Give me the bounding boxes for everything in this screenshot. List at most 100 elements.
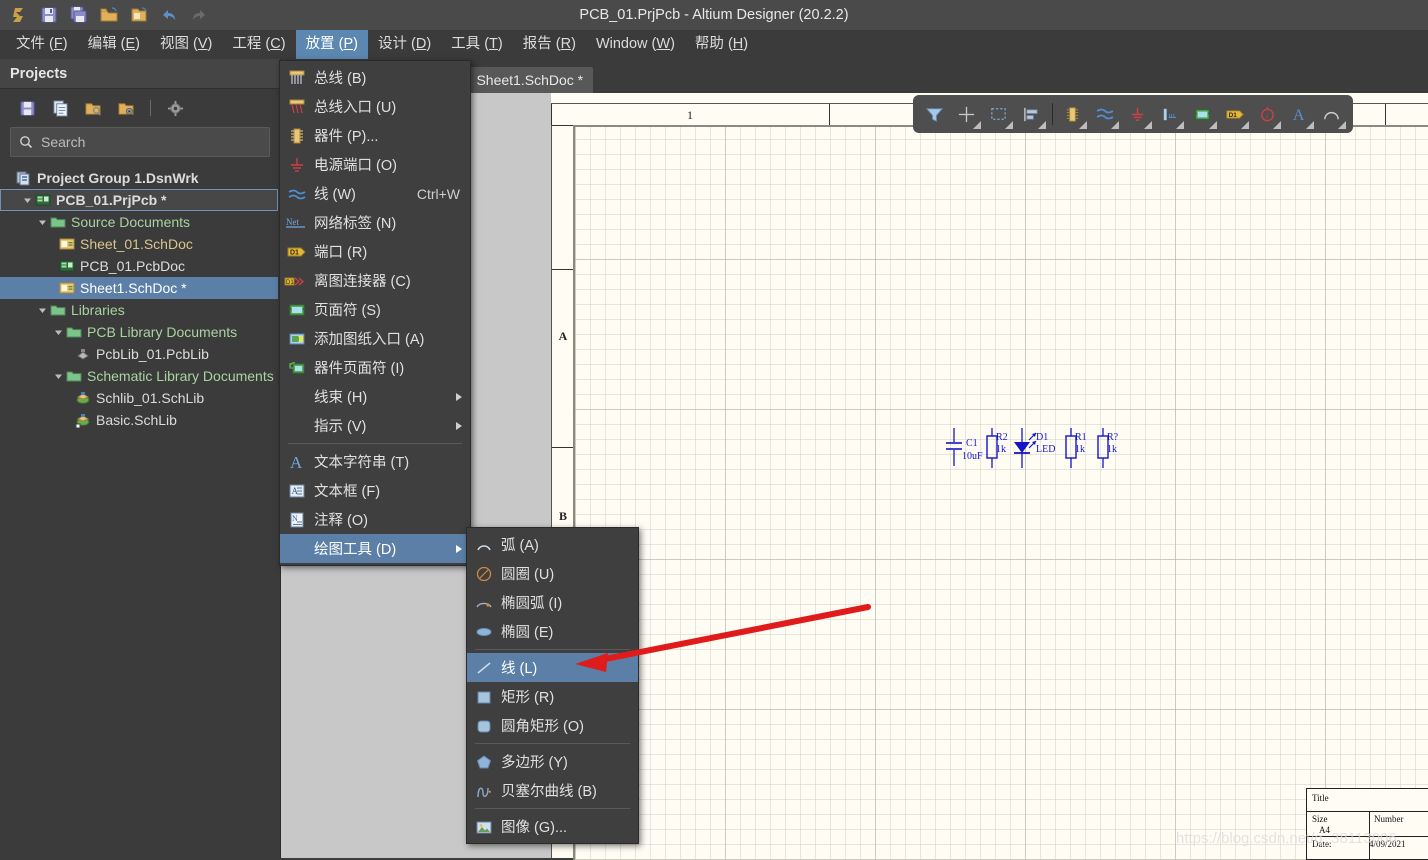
schlib-icon	[73, 409, 93, 431]
menu-item-wire[interactable]: 线 (W) Ctrl+W	[280, 179, 470, 208]
chevron-down-icon[interactable]	[1305, 121, 1314, 129]
component-icon[interactable]	[1058, 99, 1088, 129]
chevron-down-icon[interactable]	[1176, 121, 1185, 129]
menu-item-label: 电源端口 (O)	[314, 158, 397, 174]
tree-item-pcb01-pcbdoc[interactable]: PCB_01.PcbDoc	[0, 255, 280, 277]
project-options-icon[interactable]	[111, 94, 141, 122]
menu-item-sheet-entry[interactable]: 添加图纸入口 (A)	[280, 324, 470, 353]
menu-item-label: 矩形 (R)	[501, 690, 555, 706]
menu-item-net-label[interactable]: Net 网络标签 (N)	[280, 208, 470, 237]
chevron-down-icon[interactable]	[1240, 121, 1249, 129]
tree-item-workspace[interactable]: Project Group 1.DsnWrk	[0, 167, 280, 189]
expand-arrow-icon[interactable]	[36, 299, 48, 321]
crosshair-icon[interactable]	[951, 99, 981, 129]
search-box[interactable]	[10, 127, 270, 157]
tree-item-pcblib01-pcblib[interactable]: PcbLib_01.PcbLib	[0, 343, 280, 365]
chevron-down-icon[interactable]	[1273, 121, 1282, 129]
power-port-icon[interactable]	[1122, 99, 1152, 129]
tree-item-sheet01-schdoc[interactable]: Sheet_01.SchDoc	[0, 233, 280, 255]
no-erc-icon[interactable]: i	[1252, 99, 1282, 129]
menu-item-directives[interactable]: 指示 (V)	[280, 411, 470, 440]
menu-item-polygon[interactable]: 多边形 (Y)	[467, 747, 638, 776]
chevron-down-icon[interactable]	[1037, 121, 1046, 129]
menu-design[interactable]: 设计 (D)	[368, 30, 441, 59]
save-icon[interactable]	[12, 94, 42, 122]
menu-item-port[interactable]: D1 端口 (R)	[280, 237, 470, 266]
menu-item-label: 离图连接器 (C)	[314, 274, 411, 290]
menu-item-image[interactable]: 图像 (G)...	[467, 812, 638, 841]
tree-item-basic-schlib[interactable]: Basic.SchLib	[0, 409, 280, 431]
tree-item-source-documents[interactable]: Source Documents	[0, 211, 280, 233]
chevron-down-icon[interactable]	[1111, 121, 1120, 129]
schematic-sheet[interactable]: 1 2 3 A B	[551, 93, 1428, 860]
menu-item-bus[interactable]: 总线 (B)	[280, 63, 470, 92]
menu-item-arc[interactable]: 弧 (A)	[467, 530, 638, 559]
menu-item-line[interactable]: 线 (L)	[467, 653, 638, 682]
rectangle-icon	[467, 682, 501, 711]
arc-icon[interactable]	[1317, 99, 1347, 129]
chevron-down-icon[interactable]	[1005, 121, 1014, 129]
sheet-symbol-icon[interactable]	[1187, 99, 1217, 129]
menu-item-off-sheet-connector[interactable]: D1 离图连接器 (C)	[280, 266, 470, 295]
chevron-down-icon[interactable]	[1143, 121, 1152, 129]
expand-arrow-icon[interactable]	[36, 211, 48, 233]
menu-item-sheet-symbol[interactable]: 页面符 (S)	[280, 295, 470, 324]
gear-icon[interactable]	[160, 94, 190, 122]
text-string-icon[interactable]: A	[1284, 99, 1314, 129]
menu-item-device-sheet-symbol[interactable]: 器件页面符 (I)	[280, 353, 470, 382]
expand-arrow-icon[interactable]	[21, 189, 33, 211]
menu-place[interactable]: 放置 (P)	[295, 30, 368, 59]
menu-edit[interactable]: 编辑 (E)	[78, 30, 150, 59]
projects-panel: Projects Project Group 1.DsnWrk	[0, 59, 281, 858]
tree-item-label: Schematic Library Documents	[87, 368, 274, 384]
menu-item-harness[interactable]: 线束 (H)	[280, 382, 470, 411]
align-icon[interactable]	[1016, 99, 1046, 129]
open-project-icon[interactable]	[78, 94, 108, 122]
menu-file[interactable]: 文件 (F)	[6, 30, 78, 59]
svg-text:A: A	[1293, 107, 1305, 124]
menu-view[interactable]: 视图 (V)	[150, 30, 222, 59]
menu-item-rectangle[interactable]: 矩形 (R)	[467, 682, 638, 711]
menu-item-ellipse[interactable]: 椭圆 (E)	[467, 617, 638, 646]
menu-item-power-port[interactable]: 电源端口 (O)	[280, 150, 470, 179]
tree-item-libraries[interactable]: Libraries	[0, 299, 280, 321]
marquee-select-icon[interactable]	[984, 99, 1014, 129]
wire-icon[interactable]	[1090, 99, 1120, 129]
tree-item-sheet1-schdoc[interactable]: Sheet1.SchDoc *	[0, 277, 278, 299]
menu-reports[interactable]: 报告 (R)	[513, 30, 586, 59]
menu-item-circle[interactable]: 圆圈 (U)	[467, 559, 638, 588]
chevron-down-icon[interactable]	[1338, 121, 1347, 129]
tree-item-schlib01-schlib[interactable]: Schlib_01.SchLib	[0, 387, 280, 409]
chevron-down-icon[interactable]	[972, 121, 981, 129]
chevron-down-icon[interactable]	[1208, 121, 1217, 129]
tree-item-schematic-library-documents[interactable]: Schematic Library Documents	[0, 365, 280, 387]
menu-item-elliptical-arc[interactable]: 椭圆弧 (I)	[467, 588, 638, 617]
menu-tools[interactable]: 工具 (T)	[441, 30, 513, 59]
expand-arrow-icon[interactable]	[52, 321, 64, 343]
menu-item-bus-entry[interactable]: 总线入口 (U)	[280, 92, 470, 121]
menu-item-label: 添加图纸入口 (A)	[314, 332, 425, 348]
menu-item-component[interactable]: 器件 (P)...	[280, 121, 470, 150]
menu-project[interactable]: 工程 (C)	[222, 30, 295, 59]
tree-item-project[interactable]: PCB_01.PrjPcb *	[0, 189, 278, 211]
menu-window[interactable]: Window (W)	[586, 30, 685, 59]
svg-text:ııı: ııı	[1169, 110, 1175, 119]
chevron-down-icon[interactable]	[1078, 121, 1087, 129]
menu-item-note[interactable]: N 注释 (O)	[280, 505, 470, 534]
menu-item-text-frame[interactable]: A 文本框 (F)	[280, 476, 470, 505]
copy-documents-icon[interactable]	[45, 94, 75, 122]
expand-arrow-icon[interactable]	[52, 365, 64, 387]
menu-item-bezier-curve[interactable]: 贝塞尔曲线 (B)	[467, 776, 638, 805]
schematic-grid[interactable]	[573, 125, 1428, 860]
menu-item-drawing-tools[interactable]: 绘图工具 (D)	[280, 534, 470, 563]
menu-help[interactable]: 帮助 (H)	[685, 30, 758, 59]
menu-item-label: 指示 (V)	[314, 419, 367, 435]
tree-item-pcb-library-documents[interactable]: PCB Library Documents	[0, 321, 280, 343]
port-icon[interactable]: D1	[1220, 99, 1250, 129]
filter-icon[interactable]	[919, 99, 949, 129]
menu-item-rounded-rectangle[interactable]: 圆角矩形 (O)	[467, 711, 638, 740]
menu-item-label: 绘图工具 (D)	[314, 542, 397, 558]
menu-item-text-string[interactable]: A 文本字符串 (T)	[280, 447, 470, 476]
net-label-icon[interactable]: ııı	[1155, 99, 1185, 129]
search-input[interactable]	[39, 129, 253, 155]
